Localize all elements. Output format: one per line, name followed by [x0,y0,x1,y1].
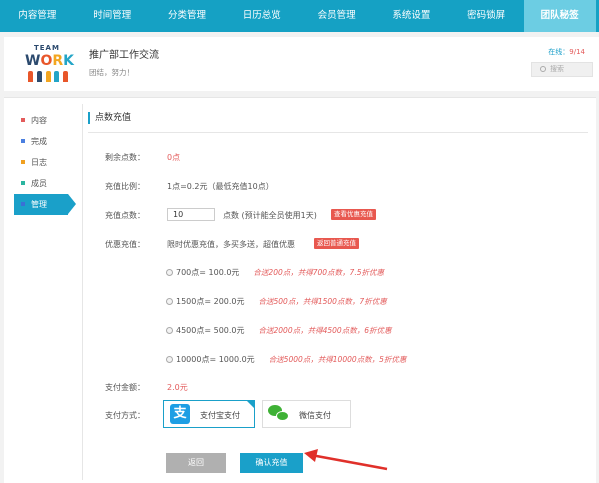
team-work-logo: TEAM WORK [24,44,74,84]
dot-icon [21,181,25,185]
nav-item-team[interactable]: 团队秘签 [523,0,596,32]
nav-item-settings[interactable]: 系统设置 [374,0,449,32]
promo-label: 优惠充值： [105,240,145,249]
dot-icon [21,139,25,143]
nav-item-lock[interactable]: 密码锁屏 [449,0,524,32]
dot-icon [21,118,25,122]
nav-item-category[interactable]: 分类管理 [150,0,225,32]
sidebar-item-content[interactable]: 内容 [14,110,72,131]
remaining-value: 0点 [167,153,181,162]
back-button[interactable]: 返回 [166,453,226,473]
promo-option[interactable]: 10000点= 1000.0元 合送5000点，共得10000点数，5折优惠 [166,354,406,365]
sidebar-item-done[interactable]: 完成 [14,131,72,152]
alipay-label: 支付宝支付 [200,411,240,420]
total-label: 支付金额： [105,383,145,392]
online-count: 在线：9/14 [548,48,585,56]
main-panel: 内容 完成 日志 成员 管理 点数充值 剩余点数： 0点 充值比例： 1点=0.… [4,97,596,483]
annotation-arrow-icon [304,449,388,471]
logo-team-text: TEAM [34,44,60,52]
section-title: 点数充值 [88,112,131,124]
team-header: TEAM WORK 推广部工作交流 团结，努力！ 在线：9/14 搜索 [4,37,599,91]
top-nav: 内容管理 时间管理 分类管理 日历总览 会员管理 系统设置 密码锁屏 团队秘签 [0,0,599,32]
confirm-recharge-button[interactable]: 确认充值 [240,453,303,473]
dot-icon [21,160,25,164]
back-to-normal-button[interactable]: 返回普通充值 [314,238,359,249]
team-motto: 团结，努力！ [89,68,134,77]
logo-people-graphic [28,71,68,83]
amount-label: 充值点数： [105,211,145,220]
radio-button[interactable] [166,327,173,334]
wechat-icon [268,405,290,424]
promo-option[interactable]: 4500点= 500.0元 合送2000点，共得4500点数，6折优惠 [166,325,391,336]
sidebar-item-manage[interactable]: 管理 [14,194,76,215]
nav-item-members[interactable]: 会员管理 [299,0,374,32]
nav-item-content[interactable]: 内容管理 [0,0,75,32]
amount-hint: 点数 (预计能全员使用1天) [223,211,317,220]
payment-label: 支付方式： [105,411,145,420]
wechat-pay-option[interactable]: 微信支付 [262,400,351,428]
promo-option[interactable]: 700点= 100.0元 合送200点，共得700点数，7.5折优惠 [166,267,384,278]
alipay-icon: 支 [170,404,190,424]
team-title: 推广部工作交流 [89,50,159,61]
dot-icon [21,202,25,206]
ratio-value: 1点=0.2元（最低充值10点） [167,182,274,191]
ratio-label: 充值比例： [105,182,145,191]
promo-text: 限时优惠充值，多买多送，超值优惠 [167,240,295,249]
remaining-label: 剩余点数： [105,153,145,162]
alipay-option[interactable]: 支 支付宝支付 [163,400,255,428]
nav-item-time[interactable]: 时间管理 [75,0,150,32]
sidebar-item-members[interactable]: 成员 [14,173,72,194]
wechat-pay-label: 微信支付 [299,411,331,420]
search-input[interactable]: 搜索 [531,62,593,77]
radio-button[interactable] [166,298,173,305]
radio-button[interactable] [166,269,173,276]
promo-option[interactable]: 1500点= 200.0元 合送500点，共得1500点数，7折优惠 [166,296,387,307]
search-icon [540,66,546,72]
logo-work-text: WORK [25,53,74,69]
sidebar: 内容 完成 日志 成员 管理 [14,110,76,215]
section-divider [88,132,588,133]
points-input[interactable]: 10 [167,208,215,221]
radio-button[interactable] [166,356,173,363]
sidebar-item-log[interactable]: 日志 [14,152,72,173]
nav-item-calendar[interactable]: 日历总览 [224,0,299,32]
total-value: 2.0元 [167,383,188,392]
view-promo-button[interactable]: 查看优惠充值 [331,209,376,220]
sidebar-divider [82,104,83,480]
